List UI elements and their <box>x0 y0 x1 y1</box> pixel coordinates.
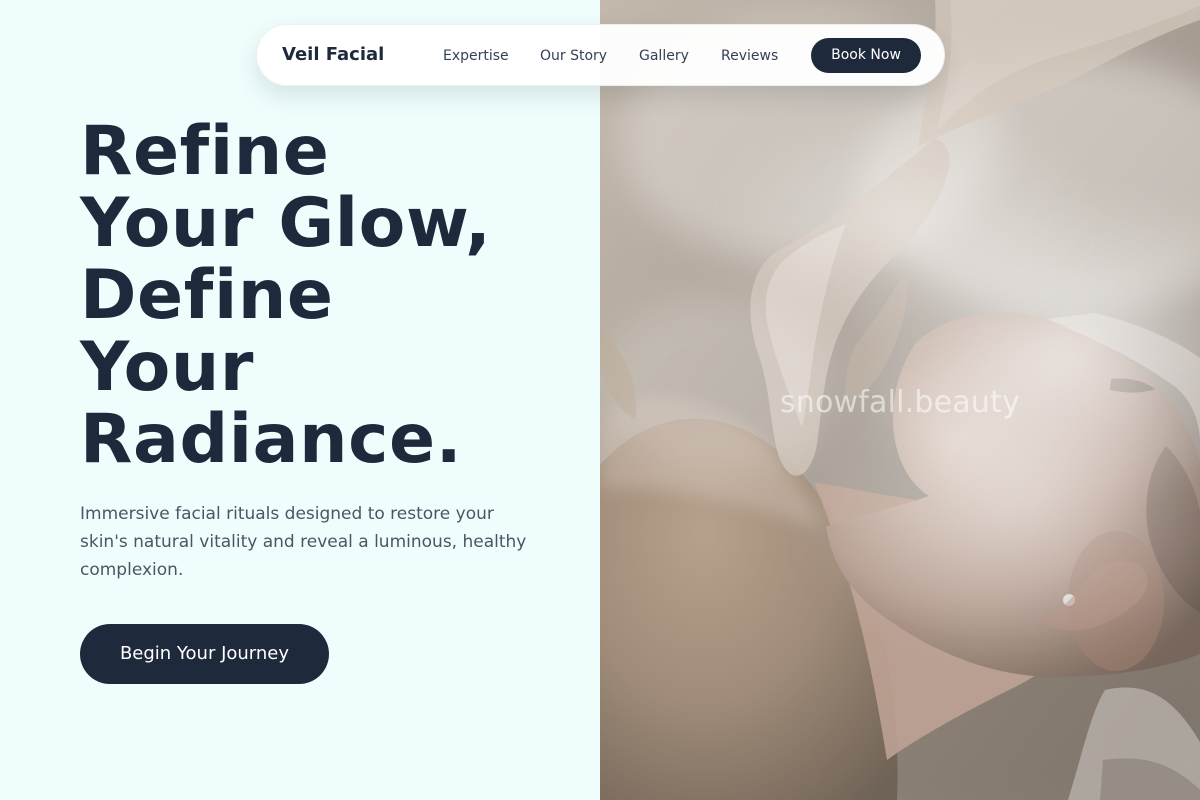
nav-link-expertise[interactable]: Expertise <box>443 46 509 66</box>
headline-line-radiance: Radiance. <box>80 400 463 479</box>
begin-journey-button[interactable]: Begin Your Journey <box>80 624 329 684</box>
landing-page: Refine Your Glow, Define Your Radiance. … <box>0 0 1200 800</box>
headline-line-your-glow: Your Glow, <box>80 184 492 263</box>
nav-link-gallery[interactable]: Gallery <box>639 46 689 66</box>
main-navigation: Veil Facial Expertise Our Story Gallery … <box>256 24 945 86</box>
headline-line-define: Define <box>80 256 334 335</box>
facial-treatment-photo: snowfall.beauty <box>600 0 1200 800</box>
hero-headline: Refine Your Glow, Define Your Radiance. <box>80 116 560 476</box>
headline-line-refine: Refine <box>80 112 330 191</box>
snowfall-beauty-watermark: snowfall.beauty <box>779 385 1021 420</box>
nav-link-reviews[interactable]: Reviews <box>721 46 778 66</box>
veil-facial-logo[interactable]: Veil Facial <box>282 43 384 67</box>
hero-text-panel: Refine Your Glow, Define Your Radiance. … <box>0 0 600 800</box>
headline-line-your: Your <box>80 328 255 407</box>
book-now-button[interactable]: Book Now <box>811 38 921 73</box>
hero-subtitle: Immersive facial rituals designed to res… <box>80 504 527 580</box>
nav-link-our-story[interactable]: Our Story <box>540 46 607 66</box>
